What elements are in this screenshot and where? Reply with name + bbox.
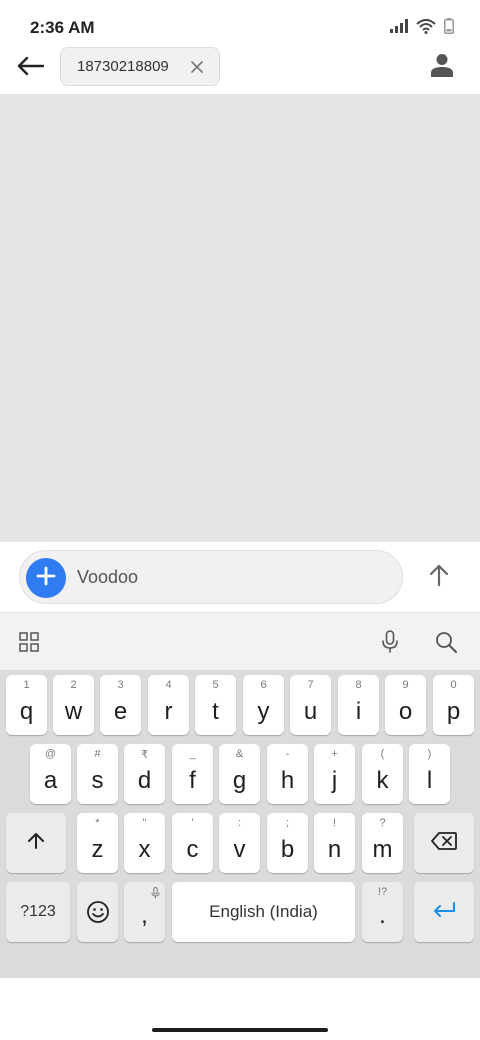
send-button[interactable] bbox=[422, 560, 456, 594]
key-y[interactable]: 6y bbox=[243, 675, 284, 735]
key-r[interactable]: 4r bbox=[148, 675, 189, 735]
grid-icon[interactable] bbox=[16, 629, 42, 655]
shift-key[interactable] bbox=[6, 813, 66, 873]
key-t[interactable]: 5t bbox=[195, 675, 236, 735]
compose-bar: Voodoo bbox=[0, 542, 480, 612]
comma-key[interactable]: , bbox=[124, 882, 165, 942]
key-h[interactable]: -h bbox=[267, 744, 308, 804]
wifi-icon bbox=[416, 18, 436, 39]
backspace-icon bbox=[431, 831, 457, 855]
key-o[interactable]: 9o bbox=[385, 675, 426, 735]
attach-button[interactable] bbox=[26, 558, 66, 598]
key-w[interactable]: 2w bbox=[53, 675, 94, 735]
key-m[interactable]: ? m bbox=[362, 813, 403, 873]
key-l[interactable]: ) l bbox=[409, 744, 450, 804]
key-k[interactable]: (k bbox=[362, 744, 403, 804]
message-input[interactable]: Voodoo bbox=[19, 550, 403, 604]
message-text: Voodoo bbox=[77, 567, 139, 587]
status-bar: 2:36 AM bbox=[0, 0, 480, 44]
space-key[interactable]: English (India) bbox=[172, 882, 355, 942]
key-a[interactable]: @ a bbox=[30, 744, 71, 804]
key-x[interactable]: " x bbox=[124, 813, 165, 873]
status-time: 2:36 AM bbox=[30, 18, 95, 37]
key-n[interactable]: ! n bbox=[314, 813, 355, 873]
conversation-area bbox=[0, 94, 480, 542]
key-e[interactable]: 3e bbox=[100, 675, 141, 735]
app-bar: 18730218809 bbox=[0, 44, 480, 94]
backspace-key[interactable] bbox=[414, 813, 474, 873]
key-g[interactable]: & g bbox=[219, 744, 260, 804]
recipient-chip[interactable]: 18730218809 bbox=[60, 47, 220, 86]
key-z[interactable]: * z bbox=[77, 813, 118, 873]
key-p[interactable]: 0p bbox=[433, 675, 474, 735]
key-u[interactable]: 7u bbox=[290, 675, 331, 735]
arrow-left-icon bbox=[16, 56, 45, 81]
key-b[interactable]: ; b bbox=[267, 813, 308, 873]
key-i[interactable]: 8i bbox=[338, 675, 379, 735]
close-icon[interactable] bbox=[187, 57, 207, 77]
key-q[interactable]: 1q bbox=[6, 675, 47, 735]
microphone-icon[interactable] bbox=[376, 627, 404, 657]
key-v[interactable]: :v bbox=[219, 813, 260, 873]
keyboard-toolbar bbox=[0, 612, 480, 670]
arrow-up-icon bbox=[428, 563, 450, 592]
key-j[interactable]: + j bbox=[314, 744, 355, 804]
key-c[interactable]: ' c bbox=[172, 813, 213, 873]
key-f[interactable]: _ f bbox=[172, 744, 213, 804]
person-icon bbox=[431, 53, 453, 82]
home-indicator[interactable] bbox=[152, 1028, 328, 1032]
symbols-key[interactable]: ?123 bbox=[6, 882, 70, 942]
keyboard: 1q 2w 3e 4r 5t 6y 7u 8i 9o 0p @ a # s ₹ d _… bbox=[0, 612, 480, 978]
enter-key[interactable] bbox=[414, 882, 474, 942]
period-key[interactable]: !? . bbox=[362, 882, 403, 942]
signal-icon bbox=[390, 19, 408, 38]
battery-icon bbox=[444, 18, 454, 39]
key-s[interactable]: # s bbox=[77, 744, 118, 804]
back-button[interactable] bbox=[10, 48, 50, 88]
plus-icon bbox=[36, 566, 56, 591]
emoji-key[interactable] bbox=[77, 882, 118, 942]
recipient-number: 18730218809 bbox=[77, 58, 169, 75]
enter-icon bbox=[432, 901, 456, 923]
navigation-bar bbox=[0, 978, 480, 1040]
key-d[interactable]: ₹ d bbox=[124, 744, 165, 804]
status-icons bbox=[390, 18, 454, 39]
emoji-icon bbox=[86, 900, 110, 929]
search-icon[interactable] bbox=[432, 627, 460, 657]
contact-button[interactable] bbox=[424, 49, 460, 85]
shift-icon bbox=[27, 832, 45, 855]
